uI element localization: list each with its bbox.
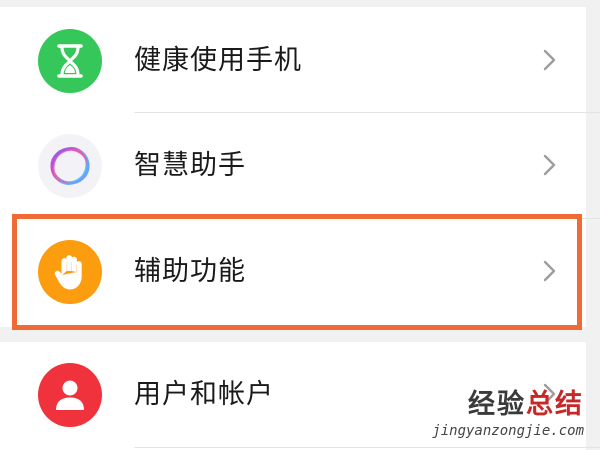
settings-item-smart-assistant[interactable]: 智慧助手 [0, 113, 586, 218]
settings-screen: 健康使用手机 智慧助手 辅助功能 用户和帐户 经验总结 jingyanzongj… [0, 0, 600, 450]
top-section-gap [0, 0, 600, 7]
chevron-right-icon [543, 49, 556, 71]
user-icon [38, 363, 102, 427]
settings-item-label: 健康使用手机 [134, 45, 302, 76]
watermark-url: jingyanzongjie.com [432, 423, 584, 439]
settings-item-label: 用户和帐户 [134, 379, 274, 410]
list-divider [134, 447, 600, 448]
chevron-right-icon [543, 154, 556, 176]
right-edge-strip [586, 0, 600, 450]
highlight-frame [12, 214, 582, 330]
watermark-title-part2: 总结 [526, 389, 584, 420]
settings-item-label: 智慧助手 [134, 150, 246, 181]
smart-assistant-ring-icon [38, 134, 102, 198]
watermark-title-part1: 经验 [468, 389, 526, 420]
settings-item-digital-balance[interactable]: 健康使用手机 [0, 8, 586, 113]
watermark-title: 经验总结 [432, 388, 584, 422]
hourglass-icon [38, 29, 102, 93]
watermark: 经验总结 jingyanzongjie.com [432, 388, 584, 440]
